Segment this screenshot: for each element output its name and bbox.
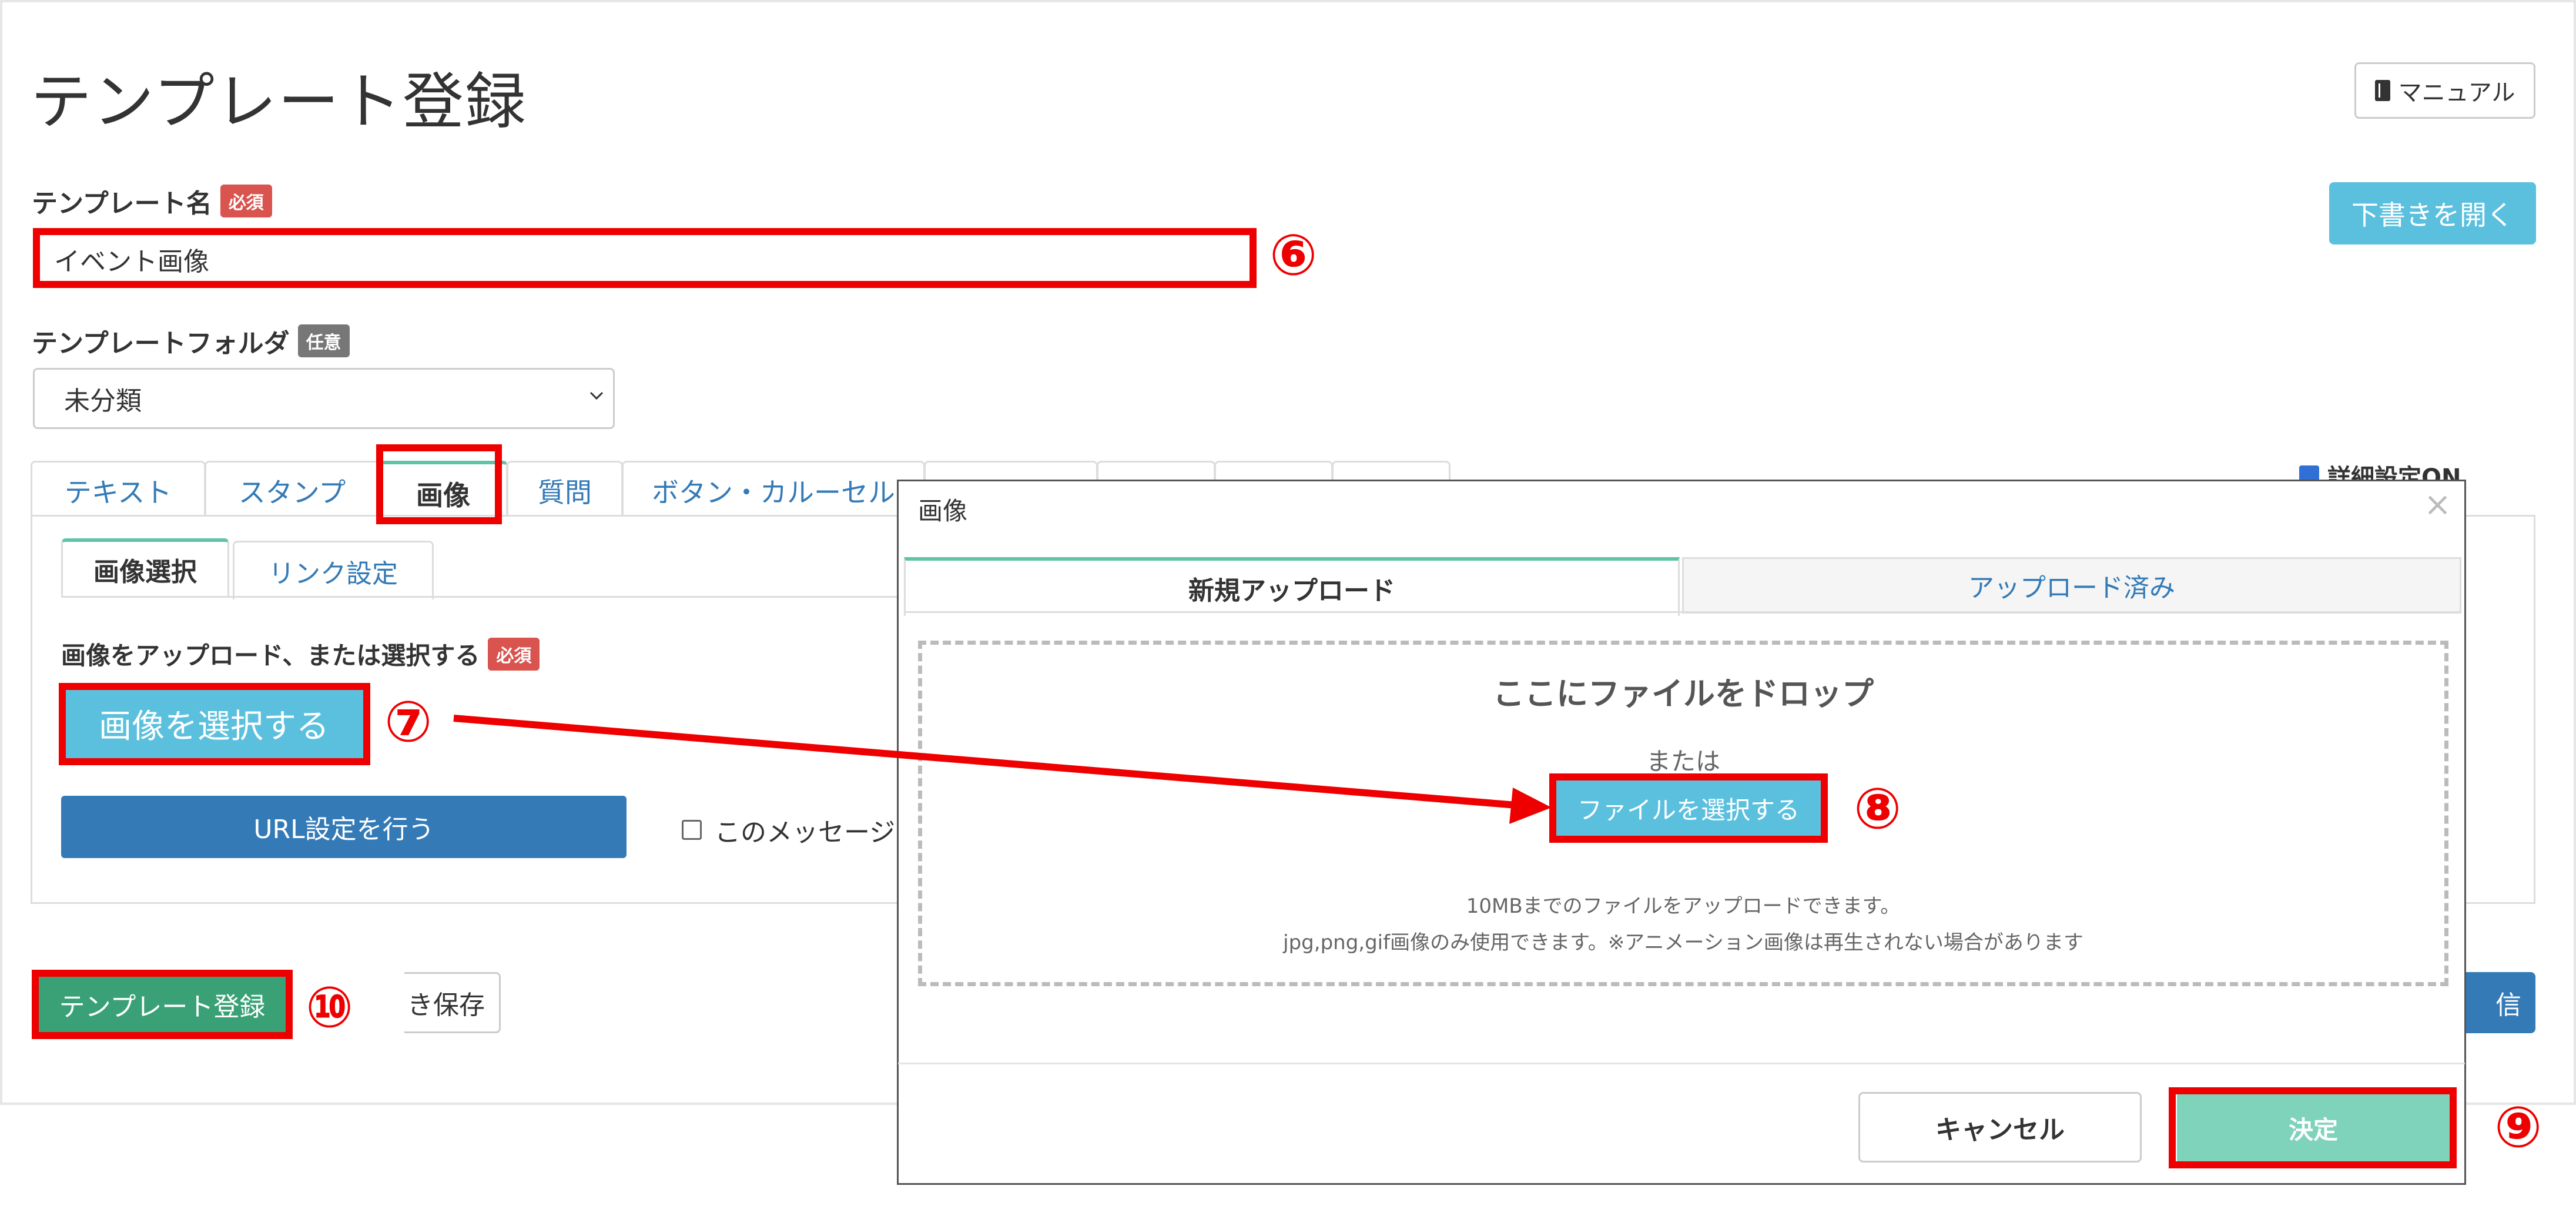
step-number-7: ⑦	[384, 689, 433, 755]
arrow-head	[1509, 788, 1552, 824]
step-number-9: ⑨	[2494, 1094, 2542, 1160]
step-number-6: ⑥	[1269, 222, 1318, 288]
step-number-10: ⑩	[306, 974, 354, 1040]
step-number-8: ⑧	[1854, 776, 1902, 842]
arrow-overlay	[453, 715, 1552, 824]
